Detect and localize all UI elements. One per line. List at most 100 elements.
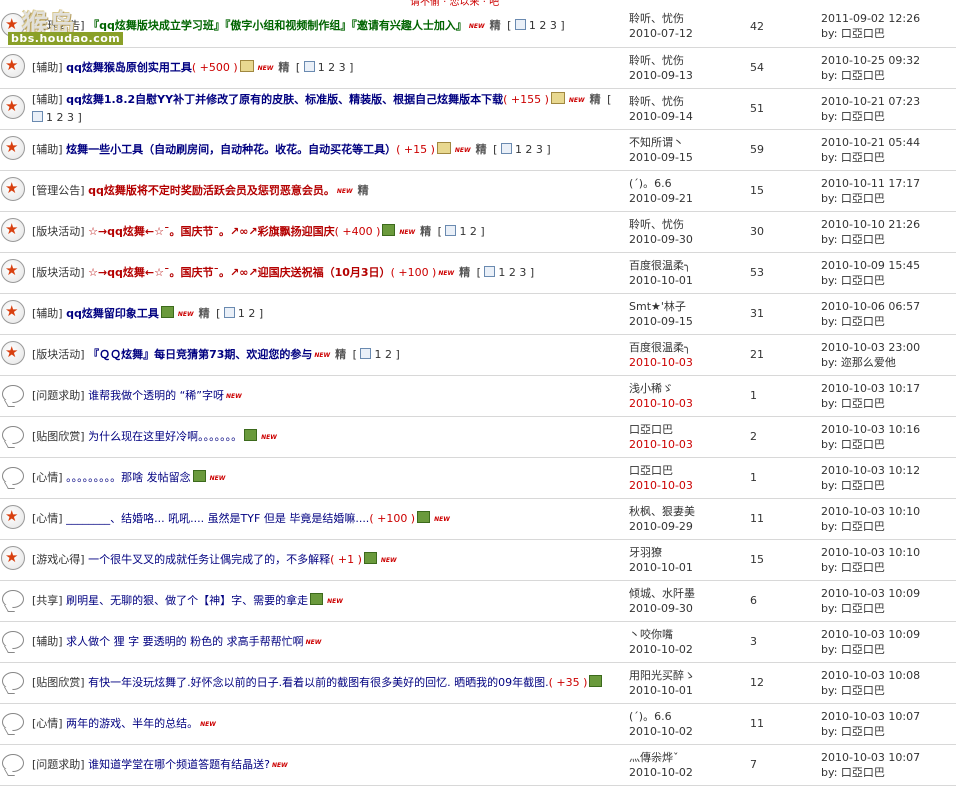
thread-title-link[interactable]: 谁知道学堂在哪个频道答题有结晶送?	[88, 758, 270, 771]
table-row[interactable]: [辅助] qq炫舞猴岛原创实用工具( +500 ) NEW 精 [ 1 2 3 ] 聆…	[0, 47, 956, 89]
thread-author[interactable]: 聆听、忧伤	[629, 94, 746, 109]
thread-title-link[interactable]: 有快一年没玩炫舞了.好怀念以前的日子.看着以前的截图有很多美好的回忆. 晒晒我的…	[88, 676, 548, 689]
table-row[interactable]: [版块活动] ☆→qq炫舞←☆¯。国庆节¯。↗∞↗迎国庆送祝福（10月3日）( …	[0, 252, 956, 294]
thread-pages[interactable]: 1 2 3	[498, 266, 526, 279]
table-row[interactable]: [辅助] qq炫舞留印象工具 NEW 精 [ 1 2 ] Smt★'林子2010-09…	[0, 293, 956, 335]
thread-author[interactable]: 秋枫、狠妻美	[629, 504, 746, 519]
thread-last-post-by[interactable]: by: 口亞口巴	[821, 109, 956, 124]
thread-title-link[interactable]: 求人做个 狸 字 要透明的 粉色的 求高手帮帮忙啊	[66, 635, 303, 648]
thread-type[interactable]: [辅助]	[32, 93, 63, 106]
thread-last-post-time[interactable]: 2010-10-03 23:00	[821, 340, 956, 355]
thread-type[interactable]: [心情]	[32, 471, 63, 484]
thread-author[interactable]: 百度很温柔╮	[629, 340, 746, 355]
thread-author[interactable]: 口亞口巴	[629, 422, 746, 437]
thread-type[interactable]: [管理公告]	[32, 184, 85, 197]
thread-type[interactable]: [版块活动]	[32, 225, 85, 238]
thread-author[interactable]: 浅小稀ゞ	[629, 381, 746, 396]
thread-last-post-time[interactable]: 2010-10-03 10:10	[821, 504, 956, 519]
thread-last-post-time[interactable]: 2010-10-03 10:07	[821, 750, 956, 765]
thread-last-post-time[interactable]: 2010-10-25 09:32	[821, 53, 956, 68]
thread-pagination[interactable]: [ 1 2 3 ]	[296, 60, 353, 74]
thread-title-link[interactable]: 一个很牛叉叉的成就任务让偶完成了的，不多解释	[88, 553, 330, 566]
thread-pagination[interactable]: [ 1 2 ]	[353, 347, 400, 361]
thread-pages[interactable]: 1 2	[374, 348, 392, 361]
thread-author[interactable]: 用阳光买醉ゝ	[629, 668, 746, 683]
thread-title-link[interactable]: 两年的游戏、半年的总结。	[66, 717, 198, 730]
thread-last-post-by[interactable]: by: 口亞口巴	[821, 642, 956, 657]
thread-author[interactable]: Smt★'林子	[629, 299, 746, 314]
thread-pages[interactable]: 1 2	[459, 225, 477, 238]
thread-last-post-time[interactable]: 2010-10-03 10:07	[821, 709, 956, 724]
thread-title-link[interactable]: ☆→qq炫舞←☆¯。国庆节¯。↗∞↗彩旗飘扬迎国庆	[88, 225, 335, 238]
thread-title-link[interactable]: ☆→qq炫舞←☆¯。国庆节¯。↗∞↗迎国庆送祝福（10月3日）	[88, 266, 390, 279]
thread-title-link[interactable]: qq炫舞猴岛原创实用工具	[66, 61, 192, 74]
thread-last-post-time[interactable]: 2010-10-03 10:12	[821, 463, 956, 478]
thread-title-link[interactable]: ________、结婚咯... 吼吼.... 虽然是TYF 但是 毕竟是结婚嘛.…	[66, 512, 369, 525]
thread-last-post-by[interactable]: by: 口亞口巴	[821, 68, 956, 83]
table-row[interactable]: [辅助] 求人做个 狸 字 要透明的 粉色的 求高手帮帮忙啊 NEW 丶咬你嘴 201…	[0, 621, 956, 663]
thread-title-link[interactable]: 刷明星、无聊的狠、做了个【神】字、需要的拿走	[66, 594, 308, 607]
thread-title-link[interactable]: 炫舞一些小工具（自动刷房间，自动种花。收花。自动买花等工具）	[66, 143, 396, 156]
thread-title-link[interactable]: 为什么现在这里好冷啊。。。。。。。	[88, 430, 242, 443]
thread-last-post-time[interactable]: 2010-10-03 10:09	[821, 627, 956, 642]
thread-author[interactable]: 丶咬你嘴	[629, 627, 746, 642]
table-row[interactable]: [管理公告] 『qq炫舞版块成立学习班』『傲字小组和视频制作组』『邀请有兴趣人士…	[0, 6, 956, 48]
thread-author[interactable]: 聆听、忧伤	[629, 11, 746, 26]
thread-last-post-by[interactable]: by: 迩那么爱他	[821, 355, 956, 370]
thread-last-post-time[interactable]: 2010-10-21 05:44	[821, 135, 956, 150]
thread-author[interactable]: 不知所谓丶	[629, 135, 746, 150]
thread-author[interactable]: 口亞口巴	[629, 463, 746, 478]
table-row[interactable]: [贴图欣赏] 为什么现在这里好冷啊。。。。。。。 NEW 口亞口巴 2010-10-0…	[0, 416, 956, 458]
table-row[interactable]: [共享] 刷明星、无聊的狠、做了个【神】字、需要的拿走 NEW 倾城、水阡墨 2010…	[0, 580, 956, 622]
table-row[interactable]: [管理公告] qq炫舞版将不定时奖励活跃会员及惩罚恶意会员。NEW 精 (ˊ)。6.…	[0, 170, 956, 212]
thread-author[interactable]: (ˊ)。6.6	[629, 176, 746, 191]
table-row[interactable]: [版块活动] 『ＱＱ炫舞』每日竞猜第73期、欢迎您的参与NEW 精 [ 1 2 ]…	[0, 334, 956, 376]
table-row[interactable]: [游戏心得] 一个很牛叉叉的成就任务让偶完成了的，不多解释( +1 ) NEW 牙羽…	[0, 539, 956, 581]
thread-last-post-by[interactable]: by: 口亞口巴	[821, 273, 956, 288]
thread-author[interactable]: 倾城、水阡墨	[629, 586, 746, 601]
table-row[interactable]: [辅助] qq炫舞1.8.2自慰YY补丁并修改了原有的皮肤、标准版、精装版、根据…	[0, 88, 956, 130]
thread-last-post-time[interactable]: 2011-09-02 12:26	[821, 11, 956, 26]
table-row[interactable]: [辅助] 炫舞一些小工具（自动刷房间，自动种花。收花。自动买花等工具）( +15…	[0, 129, 956, 171]
table-row[interactable]: [贴图欣赏] 有快一年没玩炫舞了.好怀念以前的日子.看着以前的截图有很多美好的回…	[0, 662, 956, 704]
thread-last-post-time[interactable]: 2010-10-06 06:57	[821, 299, 956, 314]
thread-title-link[interactable]: 『ＱＱ炫舞』每日竞猜第73期、欢迎您的参与	[88, 348, 312, 361]
thread-pages[interactable]: 1 2	[238, 307, 256, 320]
thread-title-link[interactable]: 。。。。。。。。。那啥 发帖留念	[66, 471, 191, 484]
thread-last-post-by[interactable]: by: 口亞口巴	[821, 765, 956, 780]
thread-type[interactable]: [贴图欣赏]	[32, 430, 85, 443]
thread-pagination[interactable]: [ 1 2 3 ]	[493, 142, 551, 156]
thread-last-post-by[interactable]: by: 口亞口巴	[821, 396, 956, 411]
thread-type[interactable]: [心情]	[32, 512, 63, 525]
thread-author[interactable]: 百度很温柔╮	[629, 258, 746, 273]
thread-author[interactable]: (ˊ)。6.6	[629, 709, 746, 724]
thread-type[interactable]: [共享]	[32, 594, 63, 607]
thread-pagination[interactable]: [ 1 2 3 ]	[507, 19, 565, 32]
thread-last-post-time[interactable]: 2010-10-03 10:10	[821, 545, 956, 560]
thread-last-post-by[interactable]: by: 口亞口巴	[821, 150, 956, 165]
thread-last-post-by[interactable]: by: 口亞口巴	[821, 314, 956, 329]
thread-author[interactable]: 聆听、忧伤	[629, 53, 746, 68]
thread-last-post-time[interactable]: 2010-10-11 17:17	[821, 176, 956, 191]
thread-pages[interactable]: 1 2 3	[529, 19, 557, 32]
thread-author[interactable]: 聆听、忧伤	[629, 217, 746, 232]
thread-last-post-by[interactable]: by: 口亞口巴	[821, 683, 956, 698]
table-row[interactable]: [问题求助] 谁知道学堂在哪个频道答题有结晶送? NEW 灬傳尜烨ˇ 2010-10-…	[0, 744, 956, 786]
thread-last-post-time[interactable]: 2010-10-03 10:08	[821, 668, 956, 683]
thread-pagination[interactable]: [ 1 2 ]	[438, 224, 485, 238]
table-row[interactable]: [版块活动] ☆→qq炫舞←☆¯。国庆节¯。↗∞↗彩旗飘扬迎国庆( +400 )…	[0, 211, 956, 253]
table-row[interactable]: [心情] 两年的游戏、半年的总结。 NEW (ˊ)。6.6 2010-10-02 11 2…	[0, 703, 956, 745]
thread-last-post-by[interactable]: by: 口亞口巴	[821, 724, 956, 739]
thread-type[interactable]: [辅助]	[32, 307, 63, 320]
thread-last-post-time[interactable]: 2010-10-03 10:16	[821, 422, 956, 437]
thread-type[interactable]: [问题求助]	[32, 758, 85, 771]
thread-last-post-time[interactable]: 2010-10-21 07:23	[821, 94, 956, 109]
thread-pages[interactable]: 1 2 3	[318, 61, 346, 74]
thread-last-post-by[interactable]: by: 口亞口巴	[821, 191, 956, 206]
thread-type[interactable]: [问题求助]	[32, 389, 85, 402]
table-row[interactable]: [心情] ________、结婚咯... 吼吼.... 虽然是TYF 但是 毕竟…	[0, 498, 956, 540]
thread-title-link[interactable]: 『qq炫舞版块成立学习班』『傲字小组和视频制作组』『邀请有兴趣人士加入』	[88, 19, 467, 32]
thread-last-post-time[interactable]: 2010-10-10 21:26	[821, 217, 956, 232]
thread-last-post-by[interactable]: by: 口亞口巴	[821, 601, 956, 616]
thread-title-link[interactable]: 谁帮我做个透明的 “稀”字呀	[88, 389, 224, 402]
